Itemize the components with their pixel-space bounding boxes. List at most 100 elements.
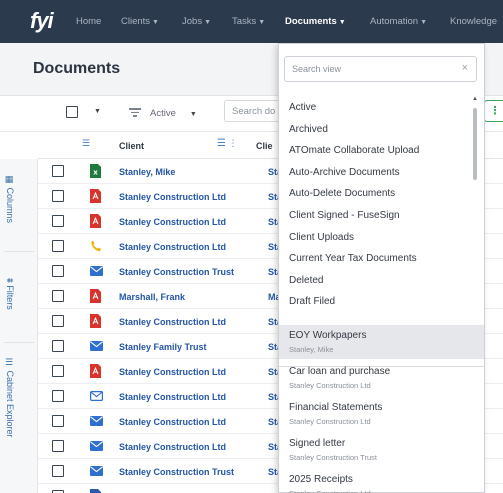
filters-tab[interactable]: ⩩ Filters bbox=[5, 278, 15, 310]
columns-tab[interactable]: ▦ Columns bbox=[5, 175, 15, 223]
view-option[interactable]: ATOmate Collaborate Upload bbox=[289, 145, 419, 156]
pdf-file-icon bbox=[90, 289, 101, 303]
nav-knowledge-label: Knowledge bbox=[450, 16, 498, 27]
client-link[interactable]: Stanley Family Trust bbox=[119, 342, 207, 352]
view-dropdown: Search view × Active Archived ATOmate Coll… bbox=[278, 43, 485, 493]
view-option[interactable]: Client Uploads bbox=[289, 232, 354, 243]
recent-document-client: Stanley Construction Ltd bbox=[289, 417, 371, 426]
client-link[interactable]: Stanley Construction Ltd bbox=[119, 417, 226, 427]
view-option[interactable]: Client Signed - FuseSign bbox=[289, 210, 400, 221]
cabinet-explorer-tab[interactable]: ☰ Cabinet Explorer bbox=[5, 358, 15, 438]
recent-document-item[interactable]: 2025 Receipts Stanley Construction Ltd bbox=[279, 469, 484, 493]
nav-documents[interactable]: Documents ▼ bbox=[285, 14, 346, 30]
view-option[interactable]: Draft Filed bbox=[289, 296, 335, 307]
fyi-logo[interactable]: fyi bbox=[30, 9, 54, 33]
email-icon bbox=[90, 264, 103, 278]
client-link[interactable]: Marshall, Frank bbox=[119, 292, 185, 302]
filter-icon[interactable] bbox=[129, 108, 141, 118]
client-link[interactable]: Stanley Construction Ltd bbox=[119, 442, 226, 452]
column-header-client[interactable]: Client bbox=[119, 141, 144, 151]
top-nav: fyi Home Clients ▼ Jobs ▼ Tasks ▼ Documents… bbox=[0, 0, 503, 43]
select-menu-caret-icon[interactable]: ▼ bbox=[94, 108, 101, 115]
row-checkbox[interactable] bbox=[52, 315, 64, 327]
recent-document-item[interactable]: EOY Workpapers Stanley, Mike bbox=[279, 325, 484, 359]
recent-document-item[interactable]: Signed letter Stanley Construction Trust bbox=[279, 433, 484, 467]
view-search-input[interactable]: Search view × bbox=[284, 56, 477, 82]
client-link[interactable]: Stanley Construction Trust bbox=[119, 267, 234, 277]
row-checkbox[interactable] bbox=[52, 190, 64, 202]
nav-clients[interactable]: Clients ▼ bbox=[121, 14, 159, 30]
recent-document-client: Stanley, Mike bbox=[289, 345, 334, 354]
caret-down-icon: ▼ bbox=[258, 19, 266, 26]
client-link[interactable]: Stanley Construction Ltd bbox=[119, 317, 226, 327]
word-file-icon: W bbox=[90, 489, 101, 493]
view-option[interactable]: Current Year Tax Documents bbox=[289, 253, 417, 264]
excel-file-icon: x bbox=[90, 164, 101, 178]
recent-document-title: EOY Workpapers bbox=[289, 330, 367, 341]
select-all-checkbox[interactable] bbox=[66, 106, 78, 118]
page-title: Documents bbox=[33, 60, 121, 77]
filters-tab-label: Filters bbox=[5, 285, 15, 310]
row-checkbox[interactable] bbox=[52, 340, 64, 352]
nav-automation-label: Automation bbox=[370, 16, 419, 27]
recent-document-client: Stanley Construction Ltd bbox=[289, 489, 371, 493]
column-menu-icon[interactable]: ☰ bbox=[82, 138, 90, 149]
row-checkbox[interactable] bbox=[52, 265, 64, 277]
clear-icon[interactable]: × bbox=[462, 62, 468, 74]
view-list-scrollbar[interactable]: ▲ ▼ bbox=[471, 96, 479, 360]
nav-knowledge[interactable]: Knowledge bbox=[450, 14, 503, 30]
nav-automation[interactable]: Automation ▼ bbox=[370, 14, 427, 30]
client-link[interactable]: Stanley Construction Ltd bbox=[119, 367, 226, 377]
view-selector[interactable]: Active ▼ bbox=[150, 108, 197, 119]
nav-jobs-label: Jobs bbox=[182, 16, 203, 27]
recent-document-item[interactable]: Financial Statements Stanley Construction… bbox=[279, 397, 484, 431]
pdf-file-icon bbox=[90, 364, 101, 378]
row-checkbox[interactable] bbox=[52, 240, 64, 252]
add-button[interactable]: ⋮ bbox=[484, 100, 503, 122]
columns-icon: ▦ bbox=[5, 175, 15, 188]
recent-document-item[interactable]: Car loan and purchase Stanley Constructio… bbox=[279, 361, 484, 395]
nav-jobs[interactable]: Jobs ▼ bbox=[182, 14, 211, 30]
nav-tasks[interactable]: Tasks ▼ bbox=[232, 14, 265, 30]
view-option[interactable]: Auto-Archive Documents bbox=[289, 167, 400, 178]
column-header-client-2[interactable]: Clie bbox=[256, 141, 273, 151]
nav-home-label: Home bbox=[76, 16, 102, 27]
search-input[interactable]: Search do bbox=[224, 100, 284, 122]
cabinet-explorer-tab-label: Cabinet Explorer bbox=[5, 370, 15, 438]
client-link[interactable]: Stanley Construction Ltd bbox=[119, 217, 226, 227]
row-checkbox[interactable] bbox=[52, 440, 64, 452]
view-option[interactable]: Archived bbox=[289, 124, 328, 135]
row-checkbox[interactable] bbox=[52, 365, 64, 377]
nav-documents-label: Documents bbox=[285, 16, 337, 27]
svg-text:x: x bbox=[93, 169, 98, 177]
nav-home[interactable]: Home bbox=[76, 14, 101, 30]
view-option[interactable]: Deleted bbox=[289, 275, 323, 286]
client-link[interactable]: Stanley Construction Ltd bbox=[119, 242, 226, 252]
client-link[interactable]: Stanley Construction Ltd bbox=[119, 192, 226, 202]
row-checkbox[interactable] bbox=[52, 415, 64, 427]
client-link[interactable]: Stanley Construction Ltd bbox=[119, 392, 226, 402]
view-option[interactable]: Active bbox=[289, 102, 316, 113]
column-filter-icon[interactable]: ☰ ⋮ bbox=[217, 138, 237, 149]
row-checkbox[interactable] bbox=[52, 290, 64, 302]
phone-icon bbox=[90, 239, 101, 253]
recent-document-title: 2025 Receipts bbox=[289, 474, 353, 485]
caret-down-icon: ▼ bbox=[338, 19, 346, 26]
scroll-thumb[interactable] bbox=[473, 108, 477, 180]
row-checkbox[interactable] bbox=[52, 465, 64, 477]
caret-down-icon: ▼ bbox=[152, 19, 159, 26]
recent-document-title: Signed letter bbox=[289, 438, 346, 449]
recent-document-title: Financial Statements bbox=[289, 402, 383, 413]
view-selector-label: Active bbox=[150, 108, 176, 119]
scroll-up-icon[interactable]: ▲ bbox=[472, 96, 478, 102]
client-link[interactable]: Stanley Construction Trust bbox=[119, 467, 234, 477]
client-link[interactable]: Stanley, Mike bbox=[119, 167, 175, 177]
rail-divider bbox=[4, 251, 34, 252]
side-rail: ▦ Columns ⩩ Filters ☰ Cabinet Explorer bbox=[0, 159, 38, 493]
recent-document-title: Car loan and purchase bbox=[289, 366, 391, 377]
row-checkbox[interactable] bbox=[52, 165, 64, 177]
email-icon bbox=[90, 339, 103, 353]
view-option[interactable]: Auto-Delete Documents bbox=[289, 188, 395, 199]
row-checkbox[interactable] bbox=[52, 215, 64, 227]
row-checkbox[interactable] bbox=[52, 390, 64, 402]
